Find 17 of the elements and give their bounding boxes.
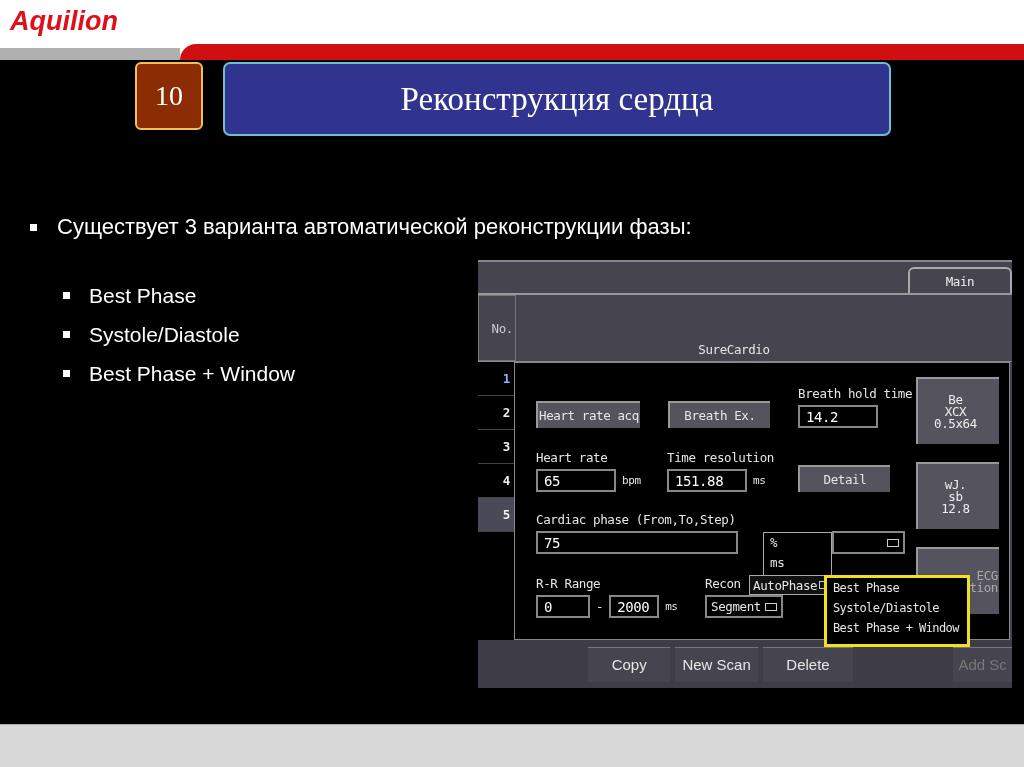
bullet-text: Best Phase + Window xyxy=(89,361,296,386)
field-label: R-R Range xyxy=(536,576,602,592)
unit-label: ms xyxy=(665,600,678,613)
bullet-text: Systole/Diastole xyxy=(89,322,240,347)
field-label: Time resolution xyxy=(667,450,775,466)
section-title: SureCardio xyxy=(698,342,770,357)
brand-logo: Aquilion xyxy=(8,5,119,38)
slide-title: Реконструкция сердца xyxy=(223,62,891,136)
slide-number: 10 xyxy=(135,62,203,130)
bullet-text: Best Phase xyxy=(89,283,197,308)
field-label: Cardiac phase (From,To,Step) xyxy=(536,512,737,528)
unit-label: ms xyxy=(753,474,766,487)
range-separator: - xyxy=(596,599,604,614)
unit-label: bpm xyxy=(622,474,641,487)
column-header: No. xyxy=(478,295,516,361)
bullet-text: Существует 3 варианта автоматической реконструкции фазы: xyxy=(57,214,692,240)
field-label: Heart rate xyxy=(536,450,609,466)
